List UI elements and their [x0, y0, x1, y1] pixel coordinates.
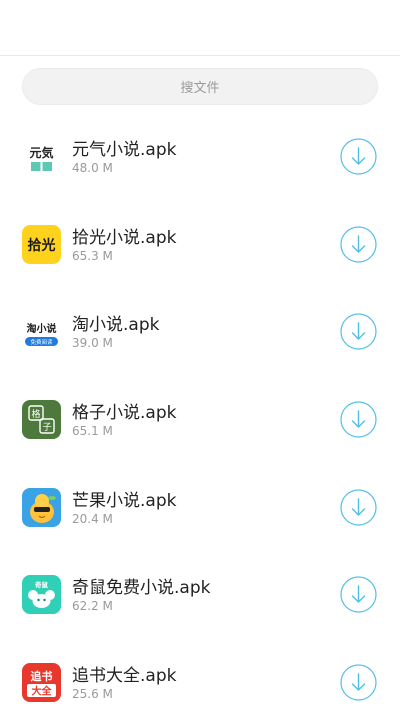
file-size: 48.0 M	[72, 161, 113, 175]
list-item[interactable]: 元気 元气小说.apk 48.0 M	[0, 112, 400, 200]
download-icon	[340, 226, 377, 263]
yuanqi-icon-text: 元気	[29, 145, 53, 160]
list-item[interactable]: 格 子 格子小说.apk 65.1 M	[0, 375, 400, 463]
download-button[interactable]	[340, 138, 377, 175]
file-list: 元気 元气小说.apk 48.0 M 拾光 拾光小说.apk 65.3 M 淘小…	[0, 112, 400, 711]
list-item[interactable]: 拾光 拾光小说.apk 65.3 M	[0, 200, 400, 288]
tao-icon-text: 淘小说	[27, 322, 57, 335]
file-size: 20.4 M	[72, 511, 113, 526]
file-name: 拾光小说.apk	[72, 227, 177, 248]
download-button[interactable]	[340, 226, 377, 263]
shiguang-app-icon: 拾光	[22, 224, 61, 264]
file-name: 追书大全.apk	[72, 666, 177, 687]
list-item[interactable]: 淘小说 免费阅读 淘小说.apk 39.0 M	[0, 287, 400, 375]
qishu-icon-text: 奇鼠	[35, 580, 49, 589]
file-name: 格子小说.apk	[72, 403, 177, 424]
file-list-screen: 搜文件 元気 元气小说.apk 48.0 M 拾光 拾光小说.apk 65.3 …	[0, 0, 400, 711]
top-bar	[0, 0, 400, 56]
mangguo-app-icon	[22, 487, 61, 527]
zhuishu-icon-text-top: 追书	[31, 669, 53, 683]
download-button[interactable]	[340, 313, 377, 350]
download-icon	[340, 313, 377, 350]
download-icon	[340, 576, 377, 614]
download-icon	[340, 489, 377, 526]
zhuishu-app-icon: 追书 大全	[22, 663, 61, 703]
tao-icon-badge: 免费阅读	[30, 338, 53, 346]
search-placeholder: 搜文件	[180, 81, 220, 96]
download-button[interactable]	[340, 664, 377, 701]
download-button[interactable]	[340, 401, 377, 438]
download-button[interactable]	[340, 576, 377, 614]
tao-app-icon: 淘小说 免费阅读	[22, 312, 61, 352]
search-input[interactable]: 搜文件	[22, 68, 378, 105]
gezi-icon-text-bottom: 子	[42, 422, 51, 433]
file-size: 65.3 M	[72, 248, 113, 263]
file-size: 39.0 M	[72, 336, 113, 351]
gezi-app-icon: 格 子	[22, 400, 61, 440]
qishu-app-icon: 奇鼠	[22, 575, 61, 615]
list-item[interactable]: 芒果小说.apk 20.4 M	[0, 463, 400, 551]
file-name: 芒果小说.apk	[72, 490, 177, 511]
download-icon	[340, 664, 377, 701]
zhuishu-icon-text-bottom: 大全	[32, 685, 53, 698]
file-size: 25.6 M	[72, 687, 113, 702]
download-icon	[340, 138, 377, 175]
file-size: 62.2 M	[72, 599, 113, 614]
file-size: 65.1 M	[72, 424, 113, 439]
yuanqi-app-icon: 元気	[22, 137, 61, 176]
file-name: 奇鼠免费小说.apk	[72, 578, 211, 599]
download-button[interactable]	[340, 489, 377, 526]
list-item[interactable]: 奇鼠 奇鼠免费小说.apk 62.2 M	[0, 550, 400, 638]
download-icon	[340, 401, 377, 438]
list-item[interactable]: 追书 大全 追书大全.apk 25.6 M	[0, 638, 400, 711]
file-name: 元气小说.apk	[72, 140, 177, 160]
shiguang-icon-text: 拾光	[28, 237, 56, 254]
gezi-icon-text-top: 格	[31, 408, 40, 420]
file-name: 淘小说.apk	[72, 315, 160, 336]
